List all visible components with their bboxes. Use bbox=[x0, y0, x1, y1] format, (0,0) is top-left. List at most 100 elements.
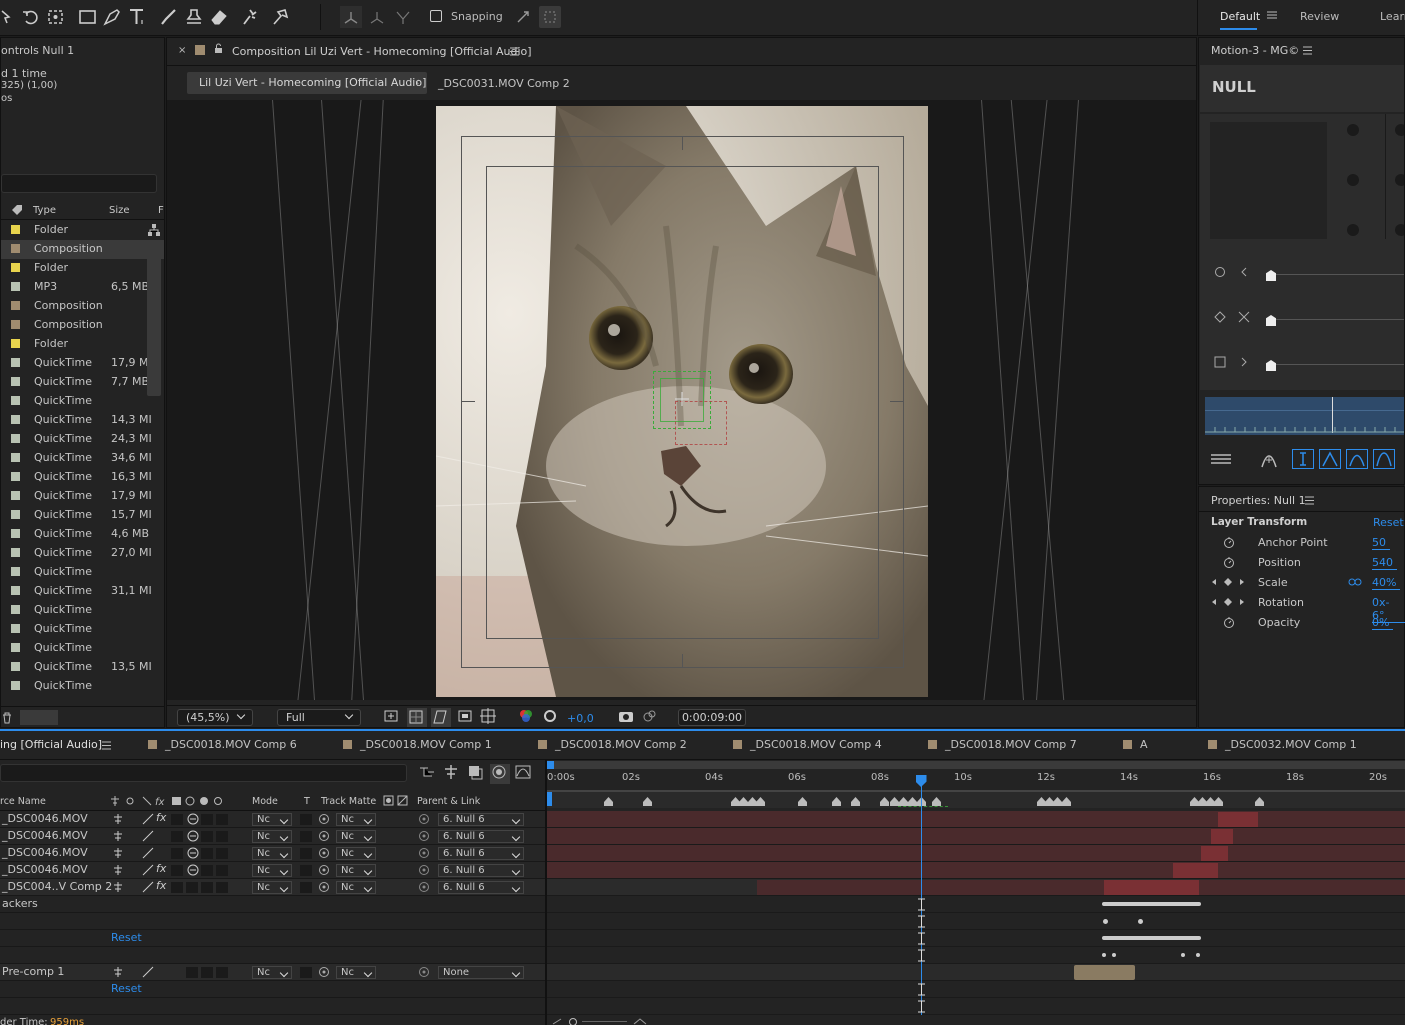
layer-in-out-bar[interactable] bbox=[1104, 880, 1199, 895]
anchor-dot-right-middle[interactable] bbox=[1395, 174, 1404, 186]
track-matte-dropdown[interactable]: Nc bbox=[336, 847, 376, 860]
label-color-swatch[interactable] bbox=[11, 681, 20, 690]
quality-icon[interactable] bbox=[142, 864, 154, 876]
ease-out-icon[interactable] bbox=[1373, 449, 1395, 469]
project-item[interactable]: QuickTime 17,9 MI bbox=[1, 487, 164, 506]
ease-linear-icon[interactable] bbox=[1292, 449, 1314, 469]
column-size[interactable]: Size bbox=[109, 205, 130, 216]
transparency-grid-icon[interactable] bbox=[407, 708, 427, 727]
prop-value[interactable]: 40% bbox=[1372, 576, 1401, 590]
pickwhip-icon[interactable] bbox=[318, 847, 330, 859]
label-color-swatch[interactable] bbox=[11, 225, 20, 234]
slider-track-3[interactable] bbox=[1270, 364, 1404, 365]
parent-dropdown[interactable]: 6. Null 6 bbox=[438, 864, 524, 877]
zoom-out-icon[interactable] bbox=[552, 1018, 562, 1025]
parent-pickwhip-icon[interactable] bbox=[418, 966, 430, 978]
project-item[interactable]: MP3 6,5 MB bbox=[1, 278, 164, 297]
exposure-value[interactable]: +0,0 bbox=[567, 712, 594, 725]
project-item[interactable]: QuickTime bbox=[1, 563, 164, 582]
layer-search-input[interactable] bbox=[0, 764, 407, 782]
parent-dropdown[interactable]: 6. Null 6 bbox=[438, 813, 524, 826]
track-matte-dropdown[interactable]: Nc bbox=[336, 881, 376, 894]
project-item[interactable]: QuickTime 27,0 MI bbox=[1, 544, 164, 563]
motion-blur-icon[interactable] bbox=[490, 764, 510, 784]
lock-icon[interactable] bbox=[213, 42, 223, 54]
trash-icon[interactable] bbox=[1, 711, 13, 725]
layer-in-out-bar[interactable] bbox=[1201, 846, 1228, 861]
frame-blending-icon[interactable] bbox=[466, 764, 486, 784]
project-item[interactable]: Folder bbox=[1, 259, 164, 278]
region-of-interest-icon[interactable] bbox=[457, 708, 475, 726]
preserve-transparency-checkbox[interactable] bbox=[300, 865, 312, 876]
motion-blur-switch-icon[interactable] bbox=[186, 812, 200, 826]
preserve-transparency-checkbox[interactable] bbox=[300, 848, 312, 859]
label-color-swatch[interactable] bbox=[11, 377, 20, 386]
label-color-swatch[interactable] bbox=[11, 472, 20, 481]
zoom-in-icon[interactable] bbox=[633, 1018, 647, 1025]
prop-value[interactable]: 540 bbox=[1372, 556, 1397, 570]
track-matte-dropdown[interactable]: Nc bbox=[336, 830, 376, 843]
keyframe-navigator-icon[interactable] bbox=[1210, 575, 1246, 589]
parent-pickwhip-icon[interactable] bbox=[418, 813, 430, 825]
layer-in-out-bar[interactable] bbox=[1218, 812, 1258, 827]
keyframe-dot[interactable] bbox=[1112, 953, 1116, 957]
tracker-keyframe-range[interactable] bbox=[1102, 902, 1201, 906]
brush-tool-icon[interactable] bbox=[158, 6, 180, 28]
clone-stamp-tool-icon[interactable] bbox=[183, 6, 205, 28]
anchor-dot-right-top[interactable] bbox=[1395, 124, 1404, 136]
easing-graph[interactable] bbox=[1205, 397, 1404, 435]
stopwatch-icon[interactable] bbox=[1222, 615, 1236, 629]
column-f[interactable]: F bbox=[158, 205, 164, 216]
mode-dropdown[interactable]: Nc bbox=[252, 813, 292, 826]
square-icon[interactable] bbox=[1214, 356, 1226, 368]
view-axis-icon[interactable] bbox=[392, 6, 414, 28]
label-color-swatch[interactable] bbox=[11, 263, 20, 272]
quality-icon[interactable] bbox=[142, 966, 154, 978]
label-color-swatch[interactable] bbox=[11, 605, 20, 614]
project-item[interactable]: Composition bbox=[1, 240, 164, 259]
workspace-learn[interactable]: Learn bbox=[1380, 10, 1405, 23]
label-color-swatch[interactable] bbox=[11, 510, 20, 519]
eraser-tool-icon[interactable] bbox=[208, 6, 230, 28]
slider-handle-2[interactable] bbox=[1266, 315, 1276, 326]
project-item[interactable]: QuickTime bbox=[1, 639, 164, 658]
project-item[interactable]: QuickTime 34,6 MI bbox=[1, 449, 164, 468]
constrain-proportions-icon[interactable] bbox=[1348, 576, 1362, 588]
keyframe-dot[interactable] bbox=[1181, 953, 1185, 957]
label-color-swatch[interactable] bbox=[11, 624, 20, 633]
track-matte-dropdown[interactable]: Nc bbox=[336, 864, 376, 877]
project-item[interactable]: QuickTime bbox=[1, 677, 164, 696]
label-color-swatch[interactable] bbox=[11, 244, 20, 253]
anchor-dot-right-bottom[interactable] bbox=[1395, 224, 1404, 236]
shy-icon[interactable] bbox=[112, 966, 124, 978]
column-type[interactable]: Type bbox=[33, 205, 56, 216]
project-item[interactable]: QuickTime 15,7 MI bbox=[1, 506, 164, 525]
guides-icon[interactable] bbox=[480, 708, 498, 726]
properties-menu-icon[interactable] bbox=[1305, 496, 1315, 506]
color-channels-icon[interactable] bbox=[518, 708, 536, 726]
keyframe-dot[interactable] bbox=[1138, 919, 1143, 924]
label-color-swatch[interactable] bbox=[11, 339, 20, 348]
keyframe-navigator-icon[interactable] bbox=[1210, 595, 1246, 609]
mode-dropdown[interactable]: Nc bbox=[252, 864, 292, 877]
pickwhip-icon[interactable] bbox=[318, 881, 330, 893]
mode-dropdown[interactable]: Nc bbox=[252, 847, 292, 860]
snap-feature-icon[interactable] bbox=[539, 6, 561, 28]
parent-pickwhip-icon[interactable] bbox=[418, 830, 430, 842]
project-item[interactable]: Composition bbox=[1, 297, 164, 316]
timeline-tab[interactable]: _DSC0018.MOV Comp 6 bbox=[148, 738, 297, 751]
project-item[interactable]: QuickTime bbox=[1, 601, 164, 620]
playhead[interactable] bbox=[920, 775, 922, 1015]
draft-3d-icon[interactable] bbox=[442, 764, 462, 784]
layer-row[interactable]: _DSC0046.MOV Nc Nc 6. Null 6 bbox=[0, 845, 545, 862]
layer-in-out-bar[interactable] bbox=[1211, 829, 1233, 844]
slider-handle-1[interactable] bbox=[1266, 270, 1276, 281]
parent-pickwhip-icon[interactable] bbox=[418, 847, 430, 859]
reset-exposure-icon[interactable] bbox=[542, 708, 560, 726]
pickwhip-icon[interactable] bbox=[318, 966, 330, 978]
track-matte-dropdown[interactable]: Nc bbox=[336, 966, 376, 979]
shy-icon[interactable] bbox=[112, 864, 124, 876]
snapshot-camera-icon[interactable] bbox=[618, 709, 636, 727]
project-item[interactable]: QuickTime 14,3 MI bbox=[1, 411, 164, 430]
label-color-swatch[interactable] bbox=[11, 586, 20, 595]
